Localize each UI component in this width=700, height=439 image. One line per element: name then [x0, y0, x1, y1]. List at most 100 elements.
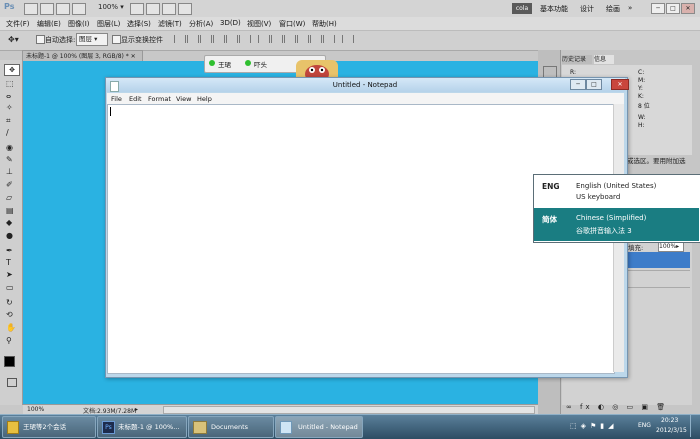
move-tool-preset-icon[interactable]: ✥▾ — [8, 35, 19, 44]
quick-mask-icon[interactable] — [7, 378, 17, 387]
guides-icon[interactable] — [56, 3, 70, 15]
history-tab[interactable]: 历史记录 — [562, 55, 592, 64]
workspace-design[interactable]: 设计 — [580, 4, 594, 14]
layers-footer-icons[interactable]: ∞ fx ◐ ◎ ▭ ▣ 🗑 — [566, 403, 668, 411]
distribute-right-icon[interactable] — [323, 35, 335, 43]
chat-tab-xiatou[interactable]: 吓头 — [254, 59, 267, 69]
auto-align-icon[interactable] — [342, 35, 354, 43]
distribute-left-icon[interactable] — [297, 35, 309, 43]
auto-select-checkbox[interactable] — [36, 35, 45, 44]
show-transform-checkbox[interactable] — [112, 35, 121, 44]
workspace-more-icon[interactable]: » — [628, 4, 632, 12]
view-extras-icon[interactable] — [72, 3, 86, 15]
bridge-icon[interactable] — [24, 3, 38, 15]
move-tool-icon[interactable]: ✥ — [4, 64, 20, 76]
menu-edit[interactable]: 编辑(E) — [37, 19, 61, 29]
align-hcenter-icon[interactable] — [226, 35, 238, 43]
menu-image[interactable]: 图像(I) — [68, 19, 90, 29]
menu-help[interactable]: 帮助(H) — [312, 19, 337, 29]
notepad-minimize-button[interactable]: ─ — [570, 79, 586, 90]
show-desktop-button[interactable] — [690, 415, 700, 437]
align-left-icon[interactable] — [213, 35, 225, 43]
menu-window[interactable]: 窗口(W) — [279, 19, 305, 29]
align-vcenter-icon[interactable] — [187, 35, 199, 43]
taskbar-button-photoshop[interactable]: Ps 未标题-1 @ 100%... — [97, 416, 187, 438]
foreground-color-swatch[interactable] — [4, 356, 15, 367]
distribute-top-icon[interactable] — [258, 35, 270, 43]
quick-select-tool-icon[interactable]: ✧ — [6, 103, 16, 112]
brush-tool-icon[interactable]: ✎ — [6, 155, 16, 164]
language-name-english: English (United States) — [576, 182, 657, 190]
status-arrow-icon[interactable]: ▸ — [135, 406, 138, 413]
dodge-tool-icon[interactable]: ● — [6, 231, 16, 240]
crop-tool-icon[interactable]: ⌗ — [6, 116, 16, 125]
distribute-hcenter-icon[interactable] — [310, 35, 322, 43]
clock-time[interactable]: 20:23 — [661, 417, 678, 424]
mini-bridge-icon[interactable] — [40, 3, 54, 15]
notepad-menu-format[interactable]: Format — [148, 95, 171, 103]
menu-3d[interactable]: 3D(D) — [220, 19, 241, 27]
chat-tab-wangjun[interactable]: 王珺 — [218, 59, 231, 69]
ps-close-button[interactable]: ✕ — [681, 3, 695, 14]
selected-layer-row[interactable] — [628, 252, 690, 268]
auto-select-dropdown[interactable]: 图层 ▾ — [76, 33, 108, 46]
distribute-bottom-icon[interactable] — [284, 35, 296, 43]
clock-date[interactable]: 2012/3/15 — [656, 427, 687, 434]
language-item-chinese[interactable] — [534, 208, 699, 241]
menu-layer[interactable]: 图层(L) — [97, 19, 120, 29]
lasso-tool-icon[interactable]: ⴰ — [6, 91, 16, 100]
menu-select[interactable]: 选择(S) — [127, 19, 151, 29]
notepad-menu-help[interactable]: Help — [197, 95, 212, 103]
arrange-documents-icon[interactable] — [162, 3, 176, 15]
status-zoom[interactable]: 100% — [27, 406, 44, 413]
3d-orbit-tool-icon[interactable]: ⟲ — [6, 310, 16, 319]
notepad-menu-edit[interactable]: Edit — [129, 95, 142, 103]
text-caret — [110, 107, 111, 116]
notepad-menu-file[interactable]: File — [111, 95, 122, 103]
eyedropper-tool-icon[interactable]: ∕ — [6, 128, 16, 137]
distribute-vcenter-icon[interactable] — [271, 35, 283, 43]
menu-file[interactable]: 文件(F) — [6, 19, 30, 29]
screen-mode-icon[interactable] — [178, 3, 192, 15]
eraser-tool-icon[interactable]: ▱ — [6, 193, 16, 202]
taskbar-button-notepad[interactable]: Untitled - Notepad — [275, 416, 363, 438]
ps-maximize-button[interactable]: □ — [666, 3, 680, 14]
zoom-level-select[interactable]: 100% ▾ — [98, 3, 124, 11]
language-name-chinese: Chinese (Simplified) — [576, 214, 647, 222]
hand-tool-icon[interactable]: ✋ — [6, 323, 16, 332]
menu-filter[interactable]: 滤镜(T) — [158, 19, 182, 29]
3d-rotate-tool-icon[interactable]: ↻ — [6, 298, 16, 307]
layer-row[interactable] — [628, 270, 690, 287]
ps-minimize-button[interactable]: ─ — [651, 3, 665, 14]
canvas-horizontal-scrollbar[interactable] — [163, 406, 535, 414]
hand-tool-icon[interactable] — [130, 3, 144, 15]
rotate-view-icon[interactable] — [146, 3, 160, 15]
pen-tool-icon[interactable]: ✒ — [6, 246, 16, 255]
blur-tool-icon[interactable]: ◆ — [6, 218, 16, 227]
user-account-button[interactable]: cola — [512, 3, 532, 14]
notepad-close-button[interactable]: ✕ — [611, 79, 629, 90]
align-bottom-icon[interactable] — [200, 35, 212, 43]
taskbar-button-documents[interactable]: Documents — [188, 416, 274, 438]
system-tray-icons[interactable]: ⬚◈⚑▮◢ — [570, 422, 618, 430]
input-language-indicator[interactable]: ENG — [638, 422, 651, 429]
path-select-tool-icon[interactable]: ➤ — [6, 270, 16, 279]
zoom-tool-icon[interactable]: ⚲ — [6, 336, 16, 345]
clone-stamp-tool-icon[interactable]: ⊥ — [6, 167, 16, 176]
workspace-essentials[interactable]: 基本功能 — [540, 4, 568, 14]
notepad-menu-view[interactable]: View — [176, 95, 191, 103]
align-right-icon[interactable] — [239, 35, 251, 43]
menu-analysis[interactable]: 分析(A) — [189, 19, 213, 29]
notepad-maximize-button[interactable]: □ — [586, 79, 602, 90]
workspace-painting[interactable]: 绘画 — [606, 4, 620, 14]
healing-brush-tool-icon[interactable]: ◉ — [6, 143, 16, 152]
history-brush-tool-icon[interactable]: ✐ — [6, 180, 16, 189]
shape-tool-icon[interactable]: ▭ — [6, 283, 16, 292]
type-tool-icon[interactable]: T — [6, 258, 16, 267]
taskbar-button-chat[interactable]: 王珺等2个会话 — [2, 416, 96, 438]
layer-row[interactable] — [628, 287, 690, 304]
gradient-tool-icon[interactable]: ▤ — [6, 206, 16, 215]
align-top-icon[interactable] — [174, 35, 186, 43]
menu-view[interactable]: 视图(V) — [247, 19, 271, 29]
info-tab[interactable]: 信息 — [594, 55, 614, 64]
